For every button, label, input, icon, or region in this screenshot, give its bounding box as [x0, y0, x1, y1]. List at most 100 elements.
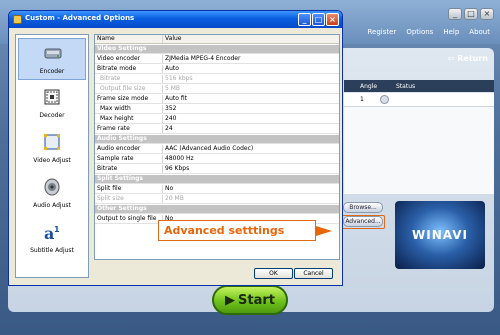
- grid-row[interactable]: Max height 240: [95, 115, 339, 124]
- callout-arrow-icon: [316, 226, 332, 236]
- grid-row-name: Audio Settings: [97, 135, 147, 142]
- value-column-header: Value: [162, 35, 338, 43]
- grid-row-name: Other Settings: [97, 205, 147, 212]
- table-row[interactable]: 1: [344, 93, 494, 106]
- status-header: Status: [396, 83, 416, 90]
- ok-button[interactable]: OK: [254, 268, 293, 279]
- app-maximize-button[interactable]: □: [464, 8, 478, 20]
- grid-header: Name Value: [95, 35, 339, 44]
- app-window-controls: _ □ ×: [448, 8, 494, 20]
- grid-row-name: Max height: [100, 115, 134, 122]
- sidebar-item-decoder[interactable]: Decoder: [18, 83, 86, 125]
- grid-row-name: Frame size mode: [97, 95, 149, 102]
- grid-row-name: Max width: [100, 105, 131, 112]
- svg-text:a: a: [44, 224, 54, 242]
- menu-register[interactable]: Register: [367, 28, 396, 36]
- grid-row-name: Frame rate: [97, 125, 130, 132]
- menu-help[interactable]: Help: [443, 28, 459, 36]
- angle-value: 1: [360, 96, 364, 103]
- app-table-body: [344, 106, 494, 194]
- grid-row-value[interactable]: Auto fit: [162, 95, 338, 103]
- sidebar-item-label: Audio Adjust: [33, 202, 71, 209]
- grid-row-name: Sample rate: [97, 155, 134, 162]
- grid-row[interactable]: Frame rate 24: [95, 125, 339, 134]
- grid-row-value[interactable]: 352: [162, 105, 338, 113]
- grid-row-name: Bitrate: [100, 75, 121, 82]
- grid-row-name: Bitrate mode: [97, 65, 137, 72]
- grid-row-name: Video encoder: [97, 55, 141, 62]
- close-button[interactable]: ×: [326, 13, 339, 26]
- grid-row[interactable]: Bitrate 96 Kbps: [95, 165, 339, 174]
- encoder-icon: [44, 48, 62, 59]
- grid-row[interactable]: Split file No: [95, 185, 339, 194]
- minimize-button[interactable]: _: [298, 13, 311, 26]
- grid-row[interactable]: Split size 20 MB: [95, 195, 339, 204]
- sidebar-item-label: Decoder: [39, 112, 65, 119]
- grid-row-name: Split Settings: [97, 175, 144, 182]
- app-menu: Register Options Help About: [367, 28, 490, 36]
- maximize-button[interactable]: □: [312, 13, 325, 26]
- advanced-options-dialog: Custom - Advanced Options _ □ × Encoder …: [8, 10, 343, 286]
- grid-row-value[interactable]: 96 Kbps: [162, 165, 338, 173]
- grid-row-value[interactable]: AAC (Advanced Audio Codec): [162, 145, 338, 153]
- return-label: Return: [457, 54, 488, 63]
- start-button[interactable]: ▶ Start: [212, 285, 288, 315]
- winavi-logo: WINAVI: [395, 201, 485, 269]
- return-arrow-icon: ⇦: [447, 54, 458, 63]
- grid-row-value: 5 MB: [162, 85, 338, 93]
- decoder-icon: [44, 89, 60, 105]
- grid-section-header: Other Settings: [95, 205, 339, 214]
- grid-row[interactable]: Bitrate mode Auto: [95, 65, 339, 74]
- grid-row[interactable]: Frame size mode Auto fit: [95, 95, 339, 104]
- sidebar-item-encoder[interactable]: Encoder: [18, 38, 86, 80]
- advanced-settings-callout: Advanced setttings: [158, 220, 316, 241]
- start-label: Start: [238, 292, 275, 308]
- subtitle-adjust-icon: a 1: [44, 224, 60, 242]
- grid-row-value[interactable]: 48000 Hz: [162, 155, 338, 163]
- dialog-title: Custom - Advanced Options: [25, 14, 135, 22]
- grid-row[interactable]: Bitrate 516 kbps: [95, 75, 339, 84]
- grid-row-name: Audio encoder: [97, 145, 141, 152]
- return-button[interactable]: ⇦ Return: [448, 54, 488, 63]
- browse-button[interactable]: Browse...: [343, 202, 383, 213]
- video-adjust-icon: [44, 134, 60, 150]
- grid-row-name: Output to single file: [97, 215, 157, 222]
- angle-stepper-icon[interactable]: [380, 95, 389, 104]
- grid-row-value[interactable]: Auto: [162, 65, 338, 73]
- grid-row-name: Split file: [97, 185, 122, 192]
- sidebar-item-label: Encoder: [39, 68, 65, 75]
- sidebar-item-label: Video Adjust: [33, 157, 71, 164]
- advanced-highlight-box: [341, 215, 385, 229]
- sidebar-item-audio-adjust[interactable]: Audio Adjust: [18, 173, 86, 215]
- grid-row[interactable]: Audio encoder AAC (Advanced Audio Codec): [95, 145, 339, 154]
- grid-row[interactable]: Output file size 5 MB: [95, 85, 339, 94]
- grid-row-name: Bitrate: [97, 165, 118, 172]
- grid-row-value: 20 MB: [162, 195, 338, 203]
- grid-row[interactable]: Sample rate 48000 Hz: [95, 155, 339, 164]
- cancel-button[interactable]: Cancel: [294, 268, 333, 279]
- sidebar-item-label: Subtitle Adjust: [30, 247, 74, 254]
- grid-section-header: Split Settings: [95, 175, 339, 184]
- category-sidebar: Encoder Decoder Video Adjust Audio Adjus…: [15, 34, 89, 278]
- grid-row[interactable]: Video encoder ZJMedia MPEG-4 Encoder: [95, 55, 339, 64]
- grid-row-value: 516 kbps: [162, 75, 338, 83]
- sidebar-item-video-adjust[interactable]: Video Adjust: [18, 128, 86, 170]
- sidebar-item-subtitle-adjust[interactable]: a 1 Subtitle Adjust: [18, 218, 86, 260]
- svg-text:1: 1: [54, 225, 60, 234]
- grid-row-value[interactable]: 24: [162, 125, 338, 133]
- app-icon: [13, 15, 22, 24]
- grid-row-name: Split size: [97, 195, 124, 202]
- app-minimize-button[interactable]: _: [448, 8, 462, 20]
- grid-row[interactable]: Max width 352: [95, 105, 339, 114]
- grid-row-value[interactable]: ZJMedia MPEG-4 Encoder: [162, 55, 338, 63]
- dialog-window-controls: _ □ ×: [298, 13, 339, 26]
- grid-row-value[interactable]: No: [162, 185, 338, 193]
- name-column-header: Name: [97, 35, 115, 42]
- dialog-titlebar[interactable]: Custom - Advanced Options _ □ ×: [9, 11, 342, 28]
- grid-section-header: Audio Settings: [95, 135, 339, 144]
- app-close-button[interactable]: ×: [480, 8, 494, 20]
- grid-row-value[interactable]: 240: [162, 115, 338, 123]
- angle-header: Angle: [360, 83, 378, 90]
- menu-options[interactable]: Options: [406, 28, 433, 36]
- menu-about[interactable]: About: [469, 28, 490, 36]
